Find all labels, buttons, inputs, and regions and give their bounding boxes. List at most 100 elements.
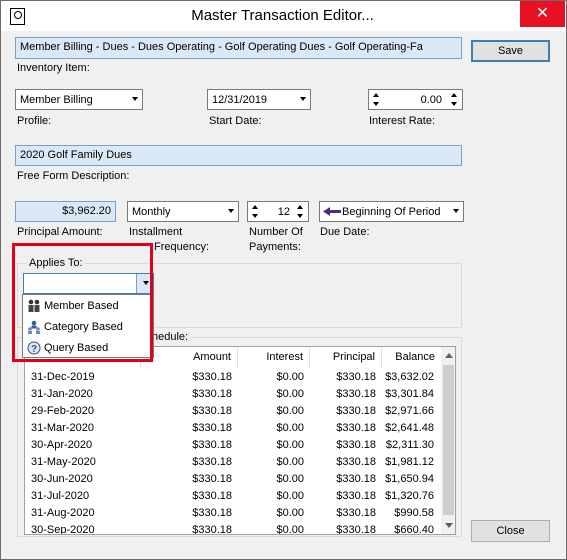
cell-value: $0.00 (276, 388, 304, 400)
chevron-down-icon (300, 97, 306, 101)
table-row[interactable]: 30-Sep-2020 $330.18 $0.00 $330.18 $660.40 (25, 522, 441, 535)
frequency-select[interactable]: Monthly (127, 201, 239, 222)
scroll-down-icon[interactable] (445, 523, 453, 528)
cell-value: $330.18 (336, 490, 376, 502)
start-date-label: Start Date: (209, 115, 262, 127)
cell-value: $2,971.66 (385, 405, 434, 417)
cell-value: $3,632.02 (385, 371, 434, 383)
close-button[interactable]: Close (471, 520, 550, 542)
highlight-box (12, 243, 153, 362)
payments-field[interactable]: 12 (247, 201, 309, 222)
cell-date: 30-Jun-2020 (31, 473, 93, 485)
inventory-item-label: Inventory Item: (17, 62, 90, 74)
payments-value: 12 (277, 206, 290, 218)
interest-rate-label: Interest Rate: (369, 115, 436, 127)
schedule-label: hedule: (150, 331, 191, 343)
table-row[interactable]: 29-Feb-2020 $330.18 $0.00 $330.18 $2,971.66 (25, 403, 441, 420)
table-row[interactable]: 31-Jan-2020 $330.18 $0.00 $330.18 $3,301.84 (25, 386, 441, 403)
cell-value: $1,320.76 (385, 490, 434, 502)
chevron-down-icon (453, 209, 459, 213)
cell-value: $1,650.94 (385, 473, 434, 485)
cell-date: 31-Jul-2020 (31, 490, 90, 502)
cell-value: $3,301.84 (385, 388, 434, 400)
cell-date: 31-Jan-2020 (31, 388, 93, 400)
arrow-left-icon (323, 207, 341, 216)
due-date-value: Beginning Of Period (342, 206, 441, 218)
cell-value: $0.00 (276, 473, 304, 485)
table-row[interactable]: 30-Jun-2020 $330.18 $0.00 $330.18 $1,650.94 (25, 471, 441, 488)
payments-label-line2: Payments: (249, 241, 301, 253)
cell-value: $330.18 (192, 490, 232, 502)
cell-value: $330.18 (192, 507, 232, 519)
profile-select[interactable]: Member Billing (15, 89, 143, 110)
inventory-item-field[interactable]: Member Billing - Dues - Dues Operating -… (15, 37, 462, 59)
table-row[interactable]: 31-Aug-2020 $330.18 $0.00 $330.18 $990.58 (25, 505, 441, 522)
scrollbar-thumb[interactable] (443, 365, 454, 515)
table-row[interactable]: 31-Dec-2019 $330.18 $0.00 $330.18 $3,632.02 (25, 369, 441, 386)
cell-value: $330.18 (336, 405, 376, 417)
close-window-button[interactable]: ✕ (520, 1, 565, 27)
column-header-interest[interactable]: Interest (238, 347, 310, 368)
payments-spinner[interactable] (295, 203, 305, 221)
frequency-label-line1: Installment (129, 226, 183, 238)
interest-rate-spinner[interactable] (449, 91, 459, 109)
interest-rate-value: 0.00 (420, 94, 442, 106)
scroll-up-icon[interactable] (445, 353, 453, 358)
cell-value: $660.40 (394, 524, 434, 535)
table-row[interactable]: 30-Apr-2020 $330.18 $0.00 $330.18 $2,311.30 (25, 437, 441, 454)
cell-value: $330.18 (192, 371, 232, 383)
frequency-value: Monthly (132, 206, 171, 218)
cell-value: $330.18 (192, 439, 232, 451)
window-title: Master Transaction Editor... (191, 7, 374, 24)
chevron-down-icon (132, 97, 138, 101)
cell-value: $0.00 (276, 456, 304, 468)
cell-date: 30-Apr-2020 (31, 439, 93, 451)
payments-left-spinner[interactable] (250, 203, 260, 221)
cell-value: $330.18 (336, 422, 376, 434)
principal-amount-label: Principal Amount: (17, 226, 103, 238)
due-date-label: Due Date: (320, 226, 370, 238)
cell-date: 31-Dec-2019 (31, 371, 95, 383)
cell-value: $0.00 (276, 507, 304, 519)
table-row[interactable]: 31-Mar-2020 $330.18 $0.00 $330.18 $2,641.48 (25, 420, 441, 437)
save-button[interactable]: Save (471, 40, 550, 62)
interest-rate-left-spinner[interactable] (371, 91, 381, 109)
due-date-select[interactable]: Beginning Of Period (319, 201, 464, 222)
column-header-principal[interactable]: Principal (310, 347, 382, 368)
cell-value: $990.58 (394, 507, 434, 519)
cell-value: $0.00 (276, 405, 304, 417)
profile-value: Member Billing (20, 94, 93, 106)
table-row[interactable]: 31-May-2020 $330.18 $0.00 $330.18 $1,981.12 (25, 454, 441, 471)
cell-value: $330.18 (336, 473, 376, 485)
cell-value: $330.18 (192, 388, 232, 400)
description-field[interactable]: 2020 Golf Family Dues (15, 145, 462, 166)
payments-label-line1: Number Of (249, 226, 303, 238)
cell-value: $0.00 (276, 490, 304, 502)
cell-value: $330.18 (192, 456, 232, 468)
column-header-amount[interactable]: Amount (141, 347, 238, 368)
column-header-balance[interactable]: Balance (382, 347, 442, 368)
cell-value: $330.18 (192, 405, 232, 417)
cell-date: 31-Mar-2020 (31, 422, 94, 434)
schedule-scrollbar[interactable] (441, 347, 455, 534)
cell-date: 29-Feb-2020 (31, 405, 94, 417)
cell-value: $330.18 (336, 388, 376, 400)
cell-value: $0.00 (276, 371, 304, 383)
cell-date: 30-Sep-2020 (31, 524, 95, 535)
cell-value: $330.18 (336, 507, 376, 519)
table-row[interactable]: 31-Jul-2020 $330.18 $0.00 $330.18 $1,320.76 (25, 488, 441, 505)
frequency-label-line2: Frequency: (154, 241, 210, 253)
start-date-value: 12/31/2019 (212, 94, 268, 106)
chevron-down-icon (228, 209, 234, 213)
cell-value: $330.18 (192, 524, 232, 535)
cell-value: $2,311.30 (385, 439, 434, 451)
principal-amount-field[interactable]: $3,962.20 (15, 201, 116, 222)
schedule-table: Amount Interest Principal Balance 31-Dec… (24, 346, 456, 535)
cell-value: $330.18 (336, 439, 376, 451)
start-date-picker[interactable]: 12/31/2019 (207, 89, 311, 110)
cell-value: $0.00 (276, 439, 304, 451)
cell-value: $330.18 (336, 524, 376, 535)
cell-value: $330.18 (192, 422, 232, 434)
cell-value: $1,981.12 (385, 456, 434, 468)
interest-rate-field[interactable]: 0.00 (368, 89, 463, 110)
